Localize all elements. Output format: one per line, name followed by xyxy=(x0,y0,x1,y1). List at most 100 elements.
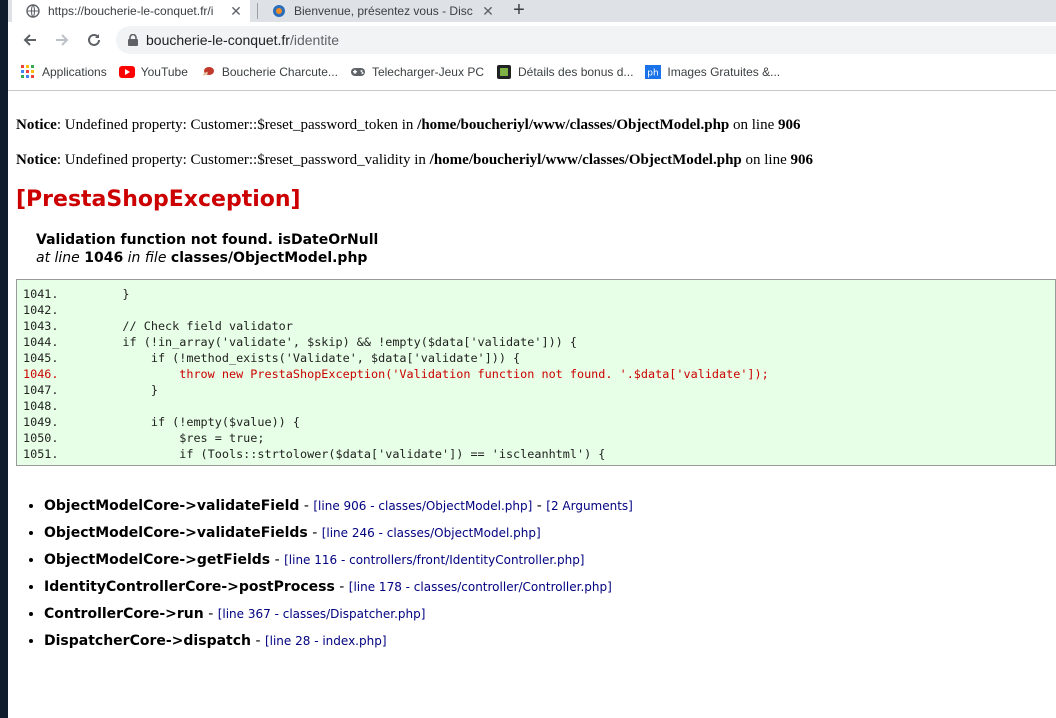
php-notice: Notice: Undefined property: Customer::$r… xyxy=(16,152,813,169)
exception-text: Validation function not found. isDateOrN… xyxy=(36,232,379,248)
reload-button[interactable] xyxy=(84,30,104,50)
desktop-edge xyxy=(0,0,8,718)
close-icon[interactable]: ✕ xyxy=(480,3,496,20)
trace-item: ControllerCore->run - [line 367 - classe… xyxy=(44,601,633,628)
apps-grid-icon xyxy=(20,64,36,80)
forward-button[interactable] xyxy=(52,30,72,50)
toolbar: boucherie-le-conquet.fr/identite xyxy=(8,22,1056,58)
reload-icon xyxy=(88,33,100,46)
exception-location: at line 1046 in file classes/ObjectModel… xyxy=(36,249,378,267)
notice-text: : Undefined property: Customer::$reset_p… xyxy=(56,117,418,133)
bookmark-label: Détails des bonus d... xyxy=(518,65,634,79)
notice-on-line: on line xyxy=(741,152,791,168)
trace-source-link[interactable]: [line 906 - classes/ObjectModel.php] xyxy=(313,499,532,513)
php-notice: Notice: Undefined property: Customer::$r… xyxy=(16,117,801,134)
at-line-label: at line xyxy=(36,250,80,266)
trace-source-link[interactable]: [line 367 - classes/Dispatcher.php] xyxy=(218,607,426,621)
notice-label: Notice xyxy=(16,152,57,168)
forum-favicon-icon xyxy=(272,4,286,18)
gamepad-icon xyxy=(350,64,366,80)
trace-function: ControllerCore->run xyxy=(44,606,204,622)
notice-label: Notice xyxy=(16,117,57,133)
svg-text:ph: ph xyxy=(648,69,659,79)
trace-source-link[interactable]: [line 28 - index.php] xyxy=(265,634,387,648)
browser-chrome: https://boucherie-le-conquet.fr/i ✕ Bien… xyxy=(8,0,1056,91)
back-button[interactable] xyxy=(20,30,40,50)
address-bar[interactable]: boucherie-le-conquet.fr/identite xyxy=(116,26,1056,54)
bookmark-bonus[interactable]: Détails des bonus d... xyxy=(496,64,633,80)
notice-line: 906 xyxy=(778,117,801,133)
trace-sep: - xyxy=(532,498,547,514)
notice-path: /home/boucheriyl/www/classes/ObjectModel… xyxy=(417,117,730,133)
trace-item: DispatcherCore->dispatch - [line 28 - in… xyxy=(44,628,633,655)
bookmark-jeux[interactable]: Telecharger-Jeux PC xyxy=(350,64,484,80)
code-excerpt: 1041. } 1042. 1043. // Check field valid… xyxy=(16,279,1056,466)
code-line: 1042. xyxy=(23,303,59,317)
trace-sep: - xyxy=(270,552,285,568)
globe-icon xyxy=(26,4,40,18)
trace-sep: - xyxy=(203,606,218,622)
exception-message: Validation function not found. isDateOrN… xyxy=(36,231,378,267)
bonus-icon xyxy=(496,64,512,80)
bookmark-label: Applications xyxy=(42,65,107,79)
code-line: 1049. if (!empty($value)) { xyxy=(23,415,300,429)
meat-icon xyxy=(200,64,216,80)
youtube-icon xyxy=(118,64,135,80)
trace-function: ObjectModelCore->getFields xyxy=(44,552,271,568)
tab-boucherie[interactable]: https://boucherie-le-conquet.fr/i ✕ xyxy=(12,0,250,22)
trace-sep: - xyxy=(251,633,265,649)
exception-title: [PrestaShopException] xyxy=(16,187,301,212)
trace-source-link[interactable]: [line 116 - controllers/front/IdentityCo… xyxy=(284,553,584,567)
trace-function: DispatcherCore->dispatch xyxy=(44,633,251,649)
trace-arguments-link[interactable]: [2 Arguments] xyxy=(546,499,633,513)
notice-line: 906 xyxy=(790,152,814,168)
code-line: 1044. if (!in_array('validate', $skip) &… xyxy=(23,335,577,349)
exception-file: classes/ObjectModel.php xyxy=(170,250,368,266)
tab-strip: https://boucherie-le-conquet.fr/i ✕ Bien… xyxy=(8,0,1056,22)
trace-source-link[interactable]: [line 178 - classes/controller/Controlle… xyxy=(349,580,612,594)
in-file-label: in file xyxy=(127,250,167,266)
code-line: 1041. } xyxy=(23,287,130,301)
stack-trace: ObjectModelCore->validateField - [line 9… xyxy=(28,493,633,655)
tab-title: Bienvenue, présentez vous - Disc xyxy=(294,4,473,18)
tab-forum[interactable]: Bienvenue, présentez vous - Disc ✕ xyxy=(262,0,502,22)
forward-arrow-icon xyxy=(56,34,69,46)
close-icon[interactable]: ✕ xyxy=(228,3,244,20)
trace-item: ObjectModelCore->getFields - [line 116 -… xyxy=(44,547,633,574)
code-line: 1051. if (Tools::strtolower($data['valid… xyxy=(23,447,606,461)
trace-sep: - xyxy=(299,498,314,514)
bookmark-label: YouTube xyxy=(140,65,188,79)
back-arrow-icon xyxy=(23,34,36,46)
ph-icon: ph xyxy=(645,64,662,80)
notice-path: /home/boucheriyl/www/classes/ObjectModel… xyxy=(429,152,742,168)
bookmark-youtube[interactable]: YouTube xyxy=(118,64,188,80)
code-line: 1050. $res = true; xyxy=(23,431,265,445)
code-line-error: 1046. throw new PrestaShopException('Val… xyxy=(23,367,769,381)
trace-item: IdentityControllerCore->postProcess - [l… xyxy=(44,574,633,601)
trace-item: ObjectModelCore->validateField - [line 9… xyxy=(44,493,633,520)
new-tab-button[interactable]: + xyxy=(508,0,530,22)
tab-separator xyxy=(257,3,258,19)
bookmark-images[interactable]: ph Images Gratuites &... xyxy=(645,64,780,80)
trace-item: ObjectModelCore->validateFields - [line … xyxy=(44,520,633,547)
bookmark-boucherie[interactable]: Boucherie Charcute... xyxy=(200,64,338,80)
page-content: Notice: Undefined property: Customer::$r… xyxy=(8,91,1056,718)
trace-sep: - xyxy=(307,525,322,541)
code-line: 1043. // Check field validator xyxy=(23,319,293,333)
notice-text: : Undefined property: Customer::$reset_p… xyxy=(56,152,430,168)
trace-sep: - xyxy=(334,579,349,595)
url-path: /identite xyxy=(289,32,340,48)
code-line: 1045. if (!method_exists('Validate', $da… xyxy=(23,351,521,365)
trace-function: IdentityControllerCore->postProcess xyxy=(44,579,335,595)
tab-title: https://boucherie-le-conquet.fr/i xyxy=(48,4,214,18)
bookmarks-bar: Applications YouTube Boucherie Charcute.… xyxy=(8,58,1056,86)
bookmark-label: Boucherie Charcute... xyxy=(221,65,338,79)
notice-on-line: on line xyxy=(729,117,778,133)
bookmark-label: Telecharger-Jeux PC xyxy=(371,65,484,79)
bookmark-applications[interactable]: Applications xyxy=(20,64,107,80)
bookmark-label: Images Gratuites &... xyxy=(667,65,781,79)
code-line: 1047. } xyxy=(23,383,158,397)
trace-function: ObjectModelCore->validateField xyxy=(44,498,300,514)
trace-source-link[interactable]: [line 246 - classes/ObjectModel.php] xyxy=(322,526,541,540)
exception-line: 1046 xyxy=(84,250,124,266)
